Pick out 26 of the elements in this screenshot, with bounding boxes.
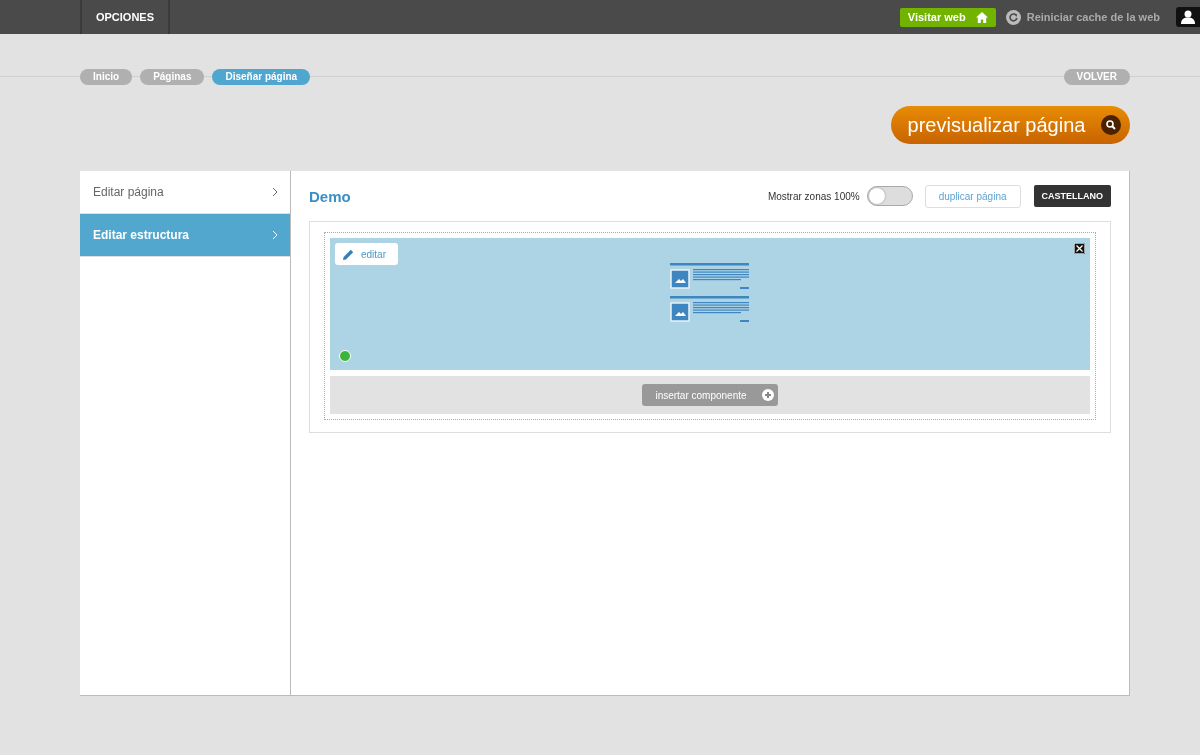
language-button[interactable]: CASTELLANO <box>1033 185 1111 207</box>
pencil-icon <box>343 248 354 260</box>
status-dot <box>339 350 351 362</box>
breadcrumb-link[interactable]: Inicio <box>80 69 133 85</box>
plus-icon <box>761 389 774 401</box>
home-icon <box>975 11 988 23</box>
zones-toggle[interactable] <box>866 186 913 206</box>
toggle-label: Mostrar zonas 100% <box>767 190 860 202</box>
breadcrumb-link[interactable]: Páginas <box>140 69 205 85</box>
edit-button[interactable]: editar <box>335 243 398 265</box>
user-icon[interactable] <box>1176 7 1200 27</box>
reset-cache-link[interactable]: Reiniciar cache de la web <box>1026 11 1160 23</box>
visit-web-button[interactable]: Visitar web <box>899 7 996 27</box>
insert-component-button[interactable]: insertar componente <box>642 384 778 406</box>
search-icon <box>1101 115 1122 135</box>
chevron-right-icon <box>272 230 278 240</box>
refresh-icon[interactable] <box>1005 9 1021 25</box>
options-menu[interactable]: OPCIONES <box>80 0 170 34</box>
chevron-right-icon <box>272 187 278 197</box>
close-icon[interactable] <box>1074 243 1085 254</box>
sidebar-item[interactable]: Editar estructura <box>80 214 290 257</box>
back-button[interactable]: VOLVER <box>1063 69 1130 85</box>
duplicate-page-button[interactable]: duplicar página <box>924 184 1021 208</box>
breadcrumb-link[interactable]: Diseñar página <box>212 69 311 85</box>
preview-page-button[interactable]: previsualizar página <box>891 106 1130 144</box>
page-title: Demo <box>309 187 351 205</box>
